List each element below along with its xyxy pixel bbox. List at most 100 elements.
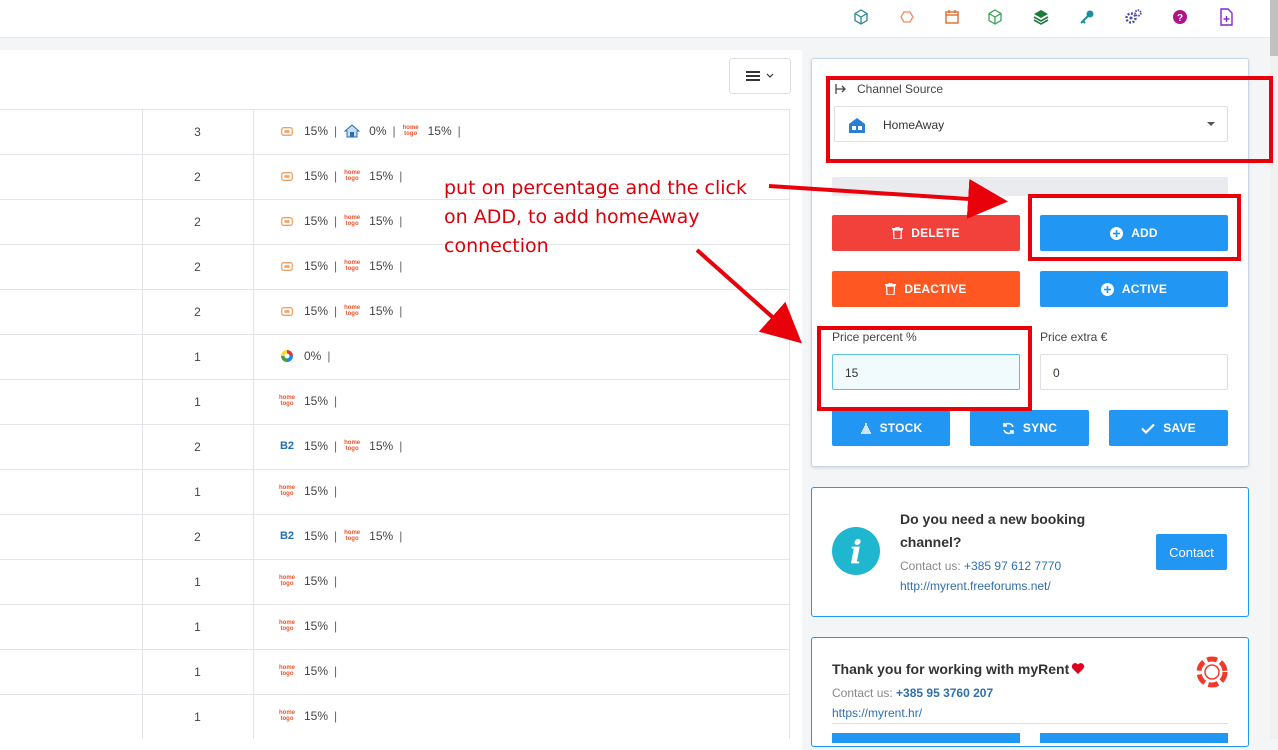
channel-percent: 15%	[304, 214, 329, 228]
channel-entry: B2 15% |	[278, 529, 337, 543]
save-button-label: SAVE	[1163, 421, 1196, 435]
separator: |	[334, 259, 338, 273]
column-divider	[789, 470, 790, 514]
channel-percent: 15%	[304, 619, 329, 633]
separator: |	[334, 124, 338, 138]
calendar-icon[interactable]	[943, 8, 961, 26]
channel-percent: 15%	[304, 394, 329, 408]
forum-link[interactable]: http://myrent.freeforums.net/	[900, 579, 1051, 593]
column-divider	[253, 155, 254, 199]
annotation-box-channel-source	[826, 76, 1273, 163]
channel-percent: 15%	[369, 214, 394, 228]
trash-icon	[885, 283, 897, 295]
separator: |	[334, 439, 338, 453]
column-divider	[253, 605, 254, 649]
channel-count: 1	[194, 620, 201, 634]
info-title-line2: channel?	[900, 534, 962, 550]
hamburger-menu-icon	[746, 71, 760, 81]
plus-circle-icon	[1100, 282, 1114, 296]
deactive-button[interactable]: DEACTIVE	[832, 271, 1020, 307]
active-button-label: ACTIVE	[1121, 282, 1168, 296]
table-row[interactable]: 1 home togo 15% |	[0, 559, 790, 604]
channel-list: B2 15% | home togo 15% |	[278, 529, 408, 543]
channel-percent: 15%	[427, 124, 452, 138]
channel-count: 2	[194, 215, 201, 229]
hometogo-logo-text: home togo	[402, 125, 419, 137]
table-menu-button[interactable]	[729, 58, 791, 94]
channel-count: 1	[194, 710, 201, 724]
column-divider	[253, 515, 254, 559]
active-button[interactable]: ACTIVE	[1040, 271, 1228, 307]
table-row[interactable]: 3 15% | 0% | home togo 15% |	[0, 109, 790, 154]
info-contact-phone[interactable]: +385 97 612 7770	[964, 559, 1061, 573]
price-extra-input[interactable]: 0	[1040, 354, 1228, 390]
thanks-contact-phone[interactable]: +385 95 3760 207	[896, 686, 993, 700]
delete-button-label: DELETE	[911, 226, 960, 240]
key-icon[interactable]	[1078, 8, 1096, 26]
table-row[interactable]: 2 B2 15% | home togo 15% |	[0, 424, 790, 469]
channel-percent: 15%	[304, 169, 329, 183]
separator: |	[334, 484, 338, 498]
help-icon[interactable]: ?	[1171, 8, 1189, 26]
column-divider	[253, 200, 254, 244]
hometogo-logo-text: home togo	[278, 620, 295, 632]
table-row[interactable]: 2 B2 15% | home togo 15% |	[0, 514, 790, 559]
hometogo-logo-text: home togo	[278, 710, 295, 722]
separator: |	[399, 169, 403, 183]
table-row[interactable]: 1 home togo 15% |	[0, 649, 790, 694]
separator: |	[399, 529, 403, 543]
separator: |	[334, 169, 338, 183]
site-link[interactable]: https://myrent.hr/	[832, 706, 922, 720]
separator: |	[334, 709, 338, 723]
channel-count: 2	[194, 260, 201, 274]
hometogo-logo-icon: home togo	[278, 484, 296, 498]
hometogo-logo-icon: home togo	[278, 394, 296, 408]
cube-outline-green-icon[interactable]	[986, 8, 1004, 26]
column-divider	[789, 290, 790, 334]
channel-count: 1	[194, 395, 201, 409]
lifebuoy-icon	[1196, 656, 1228, 688]
channel-percent: 0%	[369, 124, 387, 138]
new-document-icon[interactable]	[1217, 8, 1235, 26]
table-row[interactable]: 2 15% | home togo 15% |	[0, 289, 790, 334]
table-row[interactable]: 1 0% |	[0, 334, 790, 379]
sync-button[interactable]: SYNC	[970, 410, 1089, 446]
scrollbar-thumb[interactable]	[1270, 0, 1278, 56]
channel-entry: home togo 15% |	[278, 484, 337, 498]
settings-gears-icon[interactable]	[1124, 8, 1142, 26]
hometogo-logo-text: home togo	[344, 530, 361, 542]
thanks-contact-prefix: Contact us:	[832, 686, 897, 700]
info-icon: i	[832, 527, 880, 575]
hometogo-logo-icon: home togo	[402, 124, 420, 138]
layers-icon[interactable]	[1032, 8, 1050, 26]
stock-button[interactable]: STOCK	[832, 410, 950, 446]
channel-list: 0% |	[278, 349, 336, 363]
top-toolbar: ?	[0, 0, 1270, 38]
contact-button[interactable]: Contact	[1156, 534, 1227, 570]
cube-outline-icon[interactable]	[852, 8, 870, 26]
delete-button[interactable]: DELETE	[832, 215, 1020, 251]
column-divider	[789, 335, 790, 379]
table-row[interactable]: 1 home togo 15% |	[0, 469, 790, 514]
table-row[interactable]: 1 home togo 15% |	[0, 379, 790, 424]
orange-tag-logo-icon	[278, 259, 296, 273]
table-row[interactable]: 1 home togo 15% |	[0, 604, 790, 649]
table-row[interactable]: 1 home togo 15% |	[0, 694, 790, 739]
house-outline-icon[interactable]	[898, 8, 916, 26]
thanks-divider	[832, 723, 1228, 724]
hometogo-logo-icon: home togo	[278, 574, 296, 588]
info-contact-line: Contact us: +385 97 612 7770	[900, 559, 1061, 573]
thanks-button-right[interactable]	[1040, 733, 1228, 743]
save-button[interactable]: SAVE	[1109, 410, 1228, 446]
vrbo-circle-logo-icon	[278, 349, 296, 363]
chevron-down-icon	[766, 73, 774, 78]
column-divider	[253, 380, 254, 424]
hometogo-logo-text: home togo	[344, 260, 361, 272]
column-divider	[789, 245, 790, 289]
channel-entry: home togo 15% |	[343, 259, 402, 273]
channel-list: home togo 15% |	[278, 709, 343, 723]
separator: |	[399, 439, 403, 453]
column-divider	[253, 335, 254, 379]
thanks-button-left[interactable]	[832, 733, 1020, 743]
channel-entry: home togo 15% |	[278, 394, 337, 408]
